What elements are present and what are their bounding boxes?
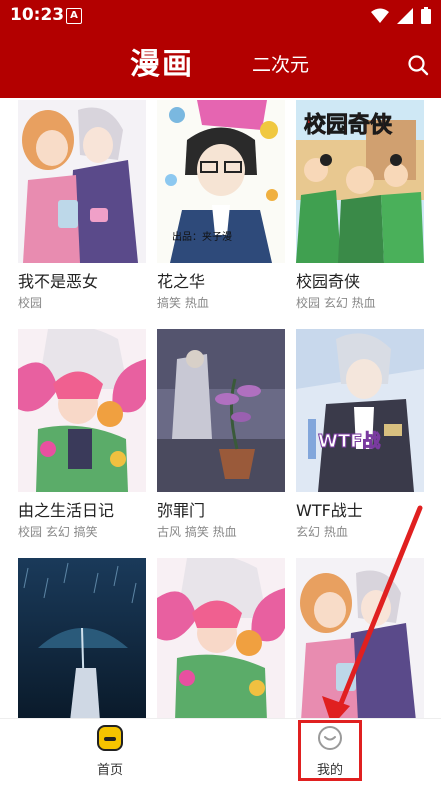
bottom-nav: 首页 我的: [0, 718, 441, 785]
nav-home[interactable]: 首页: [80, 719, 140, 785]
home-icon: [97, 725, 123, 751]
annotation-arrow: [322, 505, 423, 726]
nav-home-label: 首页: [96, 763, 123, 778]
annotation-highlight-box: [298, 720, 362, 781]
